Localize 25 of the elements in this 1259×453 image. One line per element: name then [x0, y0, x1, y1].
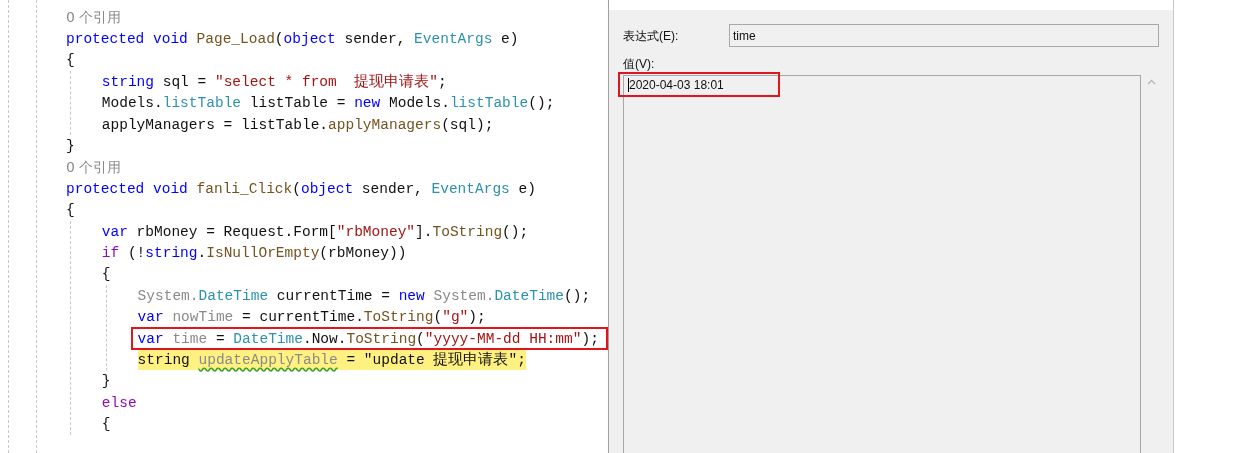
- code-line: }: [101, 372, 111, 392]
- code-line: System.DateTime currentTime = new System.DateTime();: [137, 286, 591, 306]
- code-line: {: [101, 265, 111, 285]
- code-line: var nowTime = currentTime.ToString("g");: [137, 308, 486, 328]
- value-text: 2020-04-03 18:01: [629, 76, 724, 94]
- code-line: {: [66, 51, 75, 71]
- code-line: Models.listTable listTable = new Models.listTable();: [101, 94, 555, 114]
- expression-label: 表达式(E):: [623, 27, 680, 45]
- value-label: 值(V):: [623, 56, 655, 73]
- expression-field[interactable]: time: [729, 24, 1159, 47]
- code-line: string sql = "select * from 提现申请表";: [101, 72, 447, 92]
- code-line: protected void fanli_Click(object sender, EventArgs e): [66, 179, 536, 199]
- reference-count-link[interactable]: 0 个引用: [66, 7, 122, 29]
- code-line: var rbMoney = Request.Form["rbMoney"].ToString();: [101, 222, 529, 242]
- code-line: {: [66, 201, 75, 221]
- code-line: {: [101, 415, 111, 435]
- code-line: else: [101, 393, 137, 413]
- code-line: protected void Page_Load(object sender, EventArgs e): [66, 30, 519, 50]
- reference-count-link[interactable]: 0 个引用: [66, 156, 122, 178]
- scroll-up-icon[interactable]: [1146, 79, 1156, 85]
- code-line: var time = DateTime.Now.ToString("yyyy-MM-dd HH:mm");: [137, 329, 599, 349]
- text-cursor-icon: [628, 77, 629, 92]
- code-line: }: [66, 137, 75, 157]
- code-line: applyManagers = listTable.applyManagers(sql);: [101, 115, 494, 135]
- code-line: if (!string.IsNullOrEmpty(rbMoney)): [101, 244, 407, 263]
